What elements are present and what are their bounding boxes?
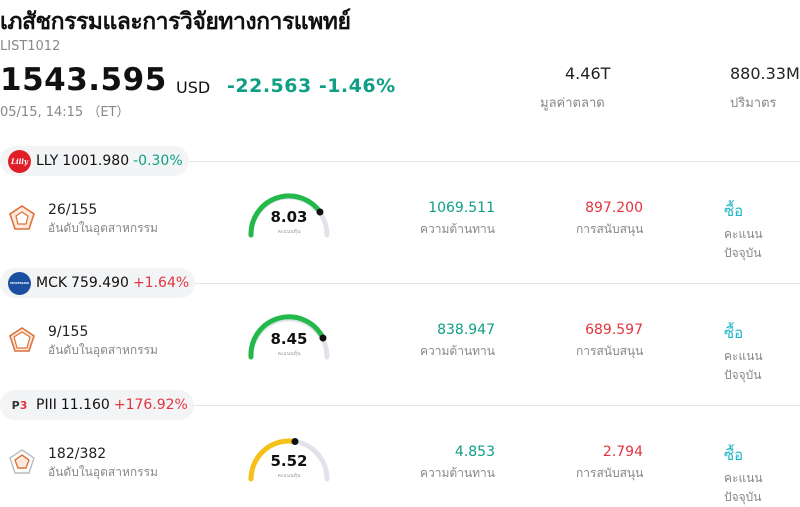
p3-logo-icon: P3	[8, 393, 31, 417]
stock-score-label: คะแนนหุ้น	[277, 229, 301, 235]
resistance-label: ความต้านทาน	[420, 344, 495, 358]
rank-pentagon-icon	[9, 449, 35, 474]
industry-rank-value: 9/155	[48, 324, 89, 340]
lilly-logo-icon: Lilly	[8, 149, 31, 173]
industry-rank-value: 182/382	[48, 446, 107, 462]
stock-chip-mck[interactable]: MCKESSON MCK 759.490 +1.64%	[0, 268, 196, 298]
stock-chip-lly[interactable]: Lilly LLY 1001.980 -0.30%	[0, 146, 189, 176]
volume-value: 880.33M	[730, 64, 800, 83]
support-label: การสนับสนุน	[576, 344, 644, 358]
stock-chip-piii[interactable]: P3 PIII 11.160 +176.92%	[0, 390, 194, 420]
stock-ticker: LLY	[36, 153, 59, 169]
buy-rating-link[interactable]: ซื้อ	[724, 199, 743, 223]
timestamp: 05/15, 14:15 （ET）	[0, 105, 130, 120]
currency-label: USD	[176, 78, 211, 97]
stock-score-value: 8.03	[270, 208, 308, 226]
index-price: 1543.595	[0, 62, 167, 98]
buy-rating-link[interactable]: ซื้อ	[724, 443, 743, 467]
stock-change: -0.30%	[133, 153, 183, 169]
buy-rating-link[interactable]: ซื้อ	[724, 321, 743, 345]
resistance-value: 838.947	[437, 322, 495, 338]
stock-price: 759.490	[71, 275, 129, 291]
resistance-value: 1069.511	[428, 200, 495, 216]
index-change: -22.563 -1.46%	[227, 75, 396, 97]
page-title: เภสัชกรรมและการวิจัยทางการแพทย์	[0, 9, 351, 35]
market-cap-label: มูลค่าตลาด	[540, 96, 605, 111]
stock-price: 11.160	[60, 397, 110, 413]
current-score-label: คะแนนปัจจุบัน	[724, 349, 763, 382]
stock-change: +176.92%	[113, 397, 188, 413]
mckesson-logo-icon: MCKESSON	[8, 271, 31, 295]
stock-ticker: MCK	[36, 275, 68, 291]
stock-score-label: คะแนนหุ้น	[277, 473, 301, 479]
rank-pentagon-icon	[9, 327, 35, 352]
stock-change: +1.64%	[132, 275, 190, 291]
list-code: LIST1012	[0, 39, 61, 54]
industry-rank-label: อันดับในอุตสาหกรรม	[48, 465, 158, 479]
support-value: 897.200	[585, 200, 643, 216]
current-score-label: คะแนนปัจจุบัน	[724, 471, 763, 504]
stock-score-label: คะแนนหุ้น	[277, 351, 301, 357]
stock-ticker: PIII	[36, 397, 57, 413]
stock-price: 1001.980	[62, 153, 130, 169]
resistance-label: ความต้านทาน	[420, 466, 495, 480]
industry-rank-value: 26/155	[48, 202, 98, 218]
support-label: การสนับสนุน	[576, 466, 644, 480]
stock-score-value: 8.45	[270, 330, 308, 348]
current-score-label: คะแนนปัจจุบัน	[724, 227, 763, 260]
support-label: การสนับสนุน	[576, 222, 644, 236]
volume-label: ปริมาตร	[730, 96, 777, 111]
rank-pentagon-icon	[9, 205, 35, 230]
market-cap-value: 4.46T	[565, 64, 611, 83]
industry-rank-label: อันดับในอุตสาหกรรม	[48, 343, 158, 357]
resistance-label: ความต้านทาน	[420, 222, 495, 236]
resistance-value: 4.853	[454, 444, 495, 460]
stock-score-value: 5.52	[270, 452, 308, 470]
support-value: 2.794	[602, 444, 643, 460]
support-value: 689.597	[585, 322, 643, 338]
industry-rank-label: อันดับในอุตสาหกรรม	[48, 221, 158, 235]
